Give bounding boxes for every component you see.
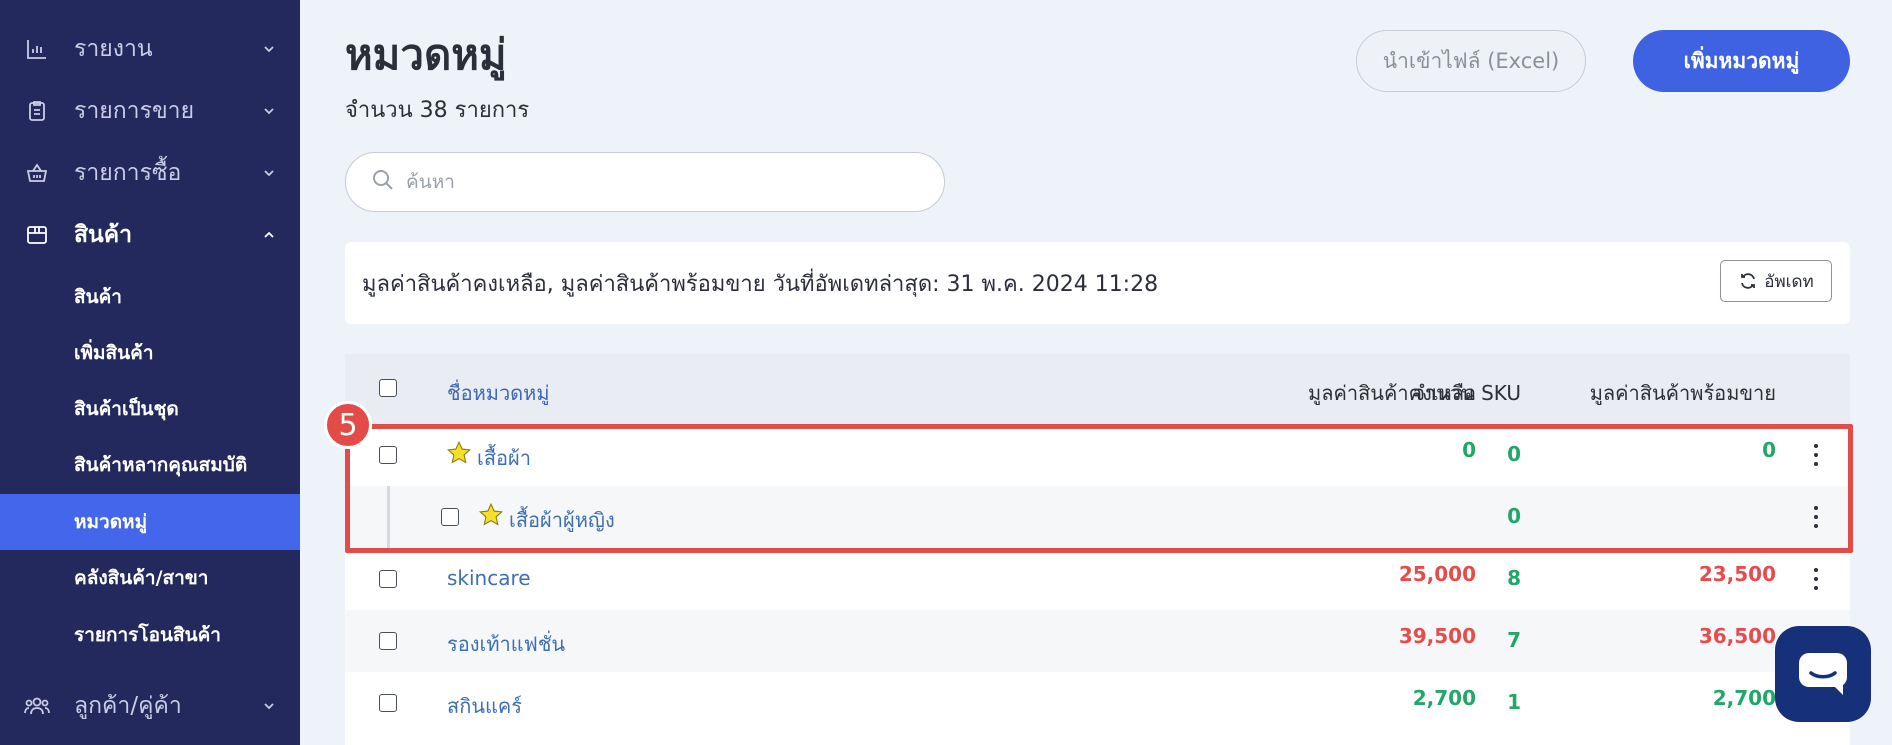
category-name-link[interactable]: เสื้อผ้า [477, 442, 531, 474]
more-options-icon[interactable] [1811, 565, 1821, 593]
chevron-down-icon [262, 693, 276, 719]
sku-count: 1 [1507, 690, 1521, 714]
nav-item-sales[interactable]: รายการขาย [0, 83, 300, 139]
indent-line [387, 486, 390, 548]
stock-value: 0 [1462, 438, 1476, 462]
refresh-icon [1741, 273, 1756, 289]
nav-item-customers[interactable]: ลูกค้า/คู่ค้า [0, 678, 300, 734]
sub-item-products[interactable]: สินค้า [0, 269, 300, 325]
search-icon [372, 169, 394, 195]
sub-item-bundle[interactable]: สินค้าเป็นชุด [0, 381, 300, 437]
nav-item-label: รายการซื้อ [74, 160, 182, 186]
nav-item-label: สินค้า [74, 222, 133, 248]
row-checkbox[interactable] [379, 632, 397, 650]
sub-item-warehouse[interactable]: คลังสินค้า/สาขา [0, 550, 300, 606]
nav-item-products[interactable]: สินค้า [0, 207, 300, 263]
sku-count: 7 [1507, 628, 1521, 652]
sidebar: รายงาน รายการขาย รายการซื้อ สินค้า สินค้… [0, 0, 300, 745]
table-row[interactable]: สกินแคร์ 1 [345, 672, 1850, 734]
category-name-link[interactable]: เสื้อผ้าผู้หญิง [509, 504, 615, 536]
search-input[interactable] [406, 171, 906, 193]
table-row[interactable]: เสื้อผ้า 0 [345, 424, 1850, 486]
sku-count: 8 [1507, 566, 1521, 590]
step-badge: 5 [324, 401, 372, 449]
ready-value: 0 [1762, 438, 1776, 462]
table-row[interactable]: เสื้อผ้าผู้หญิง 0 [345, 486, 1850, 548]
last-update-text: มูลค่าสินค้าคงเหลือ, มูลค่าสินค้าพร้อมขา… [362, 271, 1159, 297]
ready-value: 36,500 [1698, 624, 1776, 648]
clipboard-icon [24, 98, 50, 124]
nav-item-label: รายงาน [74, 36, 153, 62]
sku-count: 0 [1507, 504, 1521, 528]
bar-chart-icon [24, 36, 50, 62]
users-icon [24, 693, 50, 719]
sub-item-categories[interactable]: หมวดหมู่ [0, 494, 300, 550]
row-checkbox[interactable] [379, 570, 397, 588]
ready-value: 2,700 [1712, 686, 1776, 710]
update-info-card: มูลค่าสินค้าคงเหลือ, มูลค่าสินค้าพร้อมขา… [345, 242, 1850, 324]
sub-item-variants[interactable]: สินค้าหลากคุณสมบัติ [0, 437, 300, 493]
category-name-link[interactable]: รองเท้าแฟชั่น [447, 628, 565, 660]
sub-item-add-product[interactable]: เพิ่มสินค้า [0, 325, 300, 381]
chevron-down-icon [262, 98, 276, 124]
table-row[interactable]: รองเท้าแฟชั่น 7 [345, 610, 1850, 672]
page-title: หมวดหมู่ [345, 30, 507, 79]
category-name-link[interactable]: สกินแคร์ [447, 690, 522, 722]
add-category-button[interactable]: เพิ่มหมวดหมู่ [1633, 30, 1850, 92]
more-options-icon[interactable] [1811, 441, 1821, 469]
row-checkbox[interactable] [379, 694, 397, 712]
category-table: ชื่อหมวดหมู่ จำนวน SKU เสื้อผ้า 0 เสื้อผ… [345, 354, 1850, 745]
sku-count: 0 [1507, 442, 1521, 466]
row-checkbox[interactable] [441, 508, 459, 526]
stock-value: 39,500 [1398, 624, 1476, 648]
item-count: จำนวน 38 รายการ [345, 98, 530, 123]
chat-widget-button[interactable] [1775, 626, 1871, 722]
chevron-down-icon [262, 160, 276, 186]
category-name-link[interactable]: skincare [447, 566, 531, 590]
star-icon [447, 440, 471, 464]
row-checkbox[interactable] [379, 446, 397, 464]
star-icon [479, 502, 503, 526]
refresh-button[interactable]: อัพเดท [1720, 260, 1832, 302]
ready-value: 23,500 [1698, 562, 1776, 586]
column-header-stock-value: มูลค่าสินค้าคงเหลือ [1308, 381, 1476, 405]
nav-item-label: รายการขาย [74, 98, 195, 124]
chevron-down-icon [262, 36, 276, 62]
stock-value: 25,000 [1398, 562, 1476, 586]
nav-item-label: ลูกค้า/คู่ค้า [74, 693, 182, 719]
nav-item-purchases[interactable]: รายการซื้อ [0, 145, 300, 201]
table-row[interactable]: skincare 8 [345, 548, 1850, 610]
nav-item-reports[interactable]: รายงาน [0, 21, 300, 77]
import-excel-button[interactable]: นำเข้าไฟล์ (Excel) [1356, 30, 1586, 92]
chevron-up-icon [262, 222, 276, 248]
column-header-name[interactable]: ชื่อหมวดหมู่ [447, 377, 550, 409]
basket-icon [24, 160, 50, 186]
more-options-icon[interactable] [1811, 503, 1821, 531]
column-header-ready-value: มูลค่าสินค้าพร้อมขาย [1589, 381, 1776, 405]
chat-icon [1799, 653, 1847, 695]
box-icon [24, 222, 50, 248]
sub-item-transfers[interactable]: รายการโอนสินค้า [0, 607, 300, 663]
search-box[interactable] [345, 152, 945, 212]
refresh-label: อัพเดท [1764, 271, 1814, 292]
stock-value: 2,700 [1412, 686, 1476, 710]
select-all-checkbox[interactable] [379, 379, 397, 397]
